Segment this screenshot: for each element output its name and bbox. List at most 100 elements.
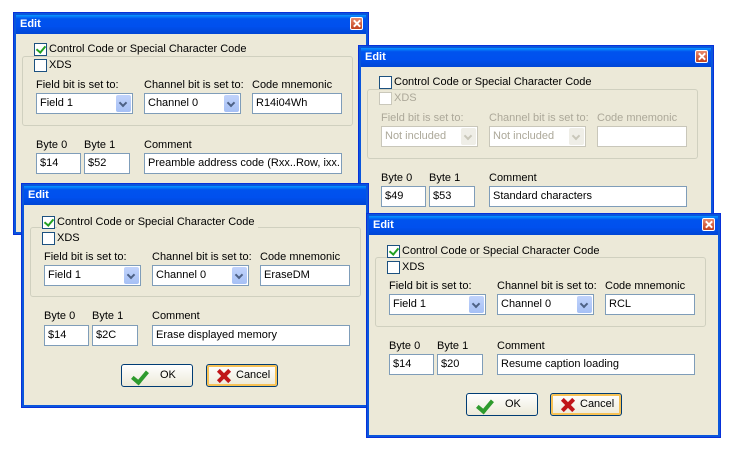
- chevron-down-icon[interactable]: [116, 95, 131, 112]
- channel-bit-select[interactable]: Channel 0: [144, 93, 241, 114]
- mnemonic-input[interactable]: RCL: [605, 294, 695, 315]
- title-bar[interactable]: Edit: [24, 186, 366, 205]
- field-bit-value: Field 1: [393, 298, 427, 310]
- field-bit-select[interactable]: Field 1: [36, 93, 133, 114]
- control-code-checkbox[interactable]: [42, 216, 55, 229]
- field-bit-value: Field 1: [48, 269, 82, 281]
- comment-input[interactable]: Preamble address code (Rxx..Row, ixx..I: [144, 153, 342, 174]
- title-bar[interactable]: Edit: [361, 48, 711, 67]
- byte1-input[interactable]: $52: [84, 153, 130, 174]
- channel-bit-label: Channel bit is set to:: [497, 280, 597, 292]
- byte1-label: Byte 1: [437, 340, 469, 352]
- xds-label: XDS: [402, 261, 425, 273]
- chevron-down-icon[interactable]: [232, 267, 247, 284]
- mnemonic-label: Code mnemonic: [252, 79, 333, 91]
- xds-label: XDS: [49, 59, 72, 71]
- comment-label: Comment: [152, 310, 200, 322]
- code-group-box: [22, 56, 353, 126]
- ok-label: OK: [160, 369, 176, 381]
- chevron-down-icon[interactable]: [224, 95, 239, 112]
- comment-label: Comment: [497, 340, 545, 352]
- mnemonic-label: Code mnemonic: [605, 280, 686, 292]
- title-bar[interactable]: Edit: [369, 216, 718, 235]
- xds-label: XDS: [394, 92, 417, 104]
- comment-label: Comment: [489, 172, 537, 184]
- ok-label: OK: [505, 398, 521, 410]
- mnemonic-input[interactable]: EraseDM: [260, 265, 350, 286]
- edit-dialog-3: Edit Control Code or Special Character C…: [21, 183, 369, 408]
- field-bit-label: Field bit is set to:: [36, 79, 119, 91]
- comment-input[interactable]: Erase displayed memory: [152, 325, 350, 346]
- channel-bit-select: Not included: [489, 126, 586, 147]
- code-group-box: [367, 89, 698, 159]
- mnemonic-label: Code mnemonic: [597, 112, 678, 124]
- control-code-checkbox[interactable]: [34, 43, 47, 56]
- close-icon[interactable]: [695, 50, 708, 63]
- byte0-label: Byte 0: [389, 340, 421, 352]
- control-code-label: Control Code or Special Character Code: [394, 76, 595, 88]
- cancel-label: Cancel: [236, 369, 271, 381]
- byte0-input[interactable]: $14: [36, 153, 81, 174]
- control-code-checkbox[interactable]: [387, 245, 400, 258]
- chevron-down-icon: [569, 128, 584, 145]
- ok-button[interactable]: OK: [466, 393, 538, 416]
- channel-bit-select[interactable]: Channel 0: [152, 265, 249, 286]
- code-group-box: [375, 257, 706, 327]
- byte0-label: Byte 0: [381, 172, 413, 184]
- dialog-title: Edit: [373, 219, 394, 231]
- close-icon[interactable]: [702, 218, 715, 231]
- ok-button[interactable]: OK: [121, 364, 193, 387]
- xds-checkbox[interactable]: [42, 232, 55, 245]
- xds-checkbox[interactable]: [387, 261, 400, 274]
- byte1-input[interactable]: $2C: [92, 325, 138, 346]
- field-bit-value: Not included: [385, 130, 447, 142]
- dialog-title: Edit: [20, 18, 41, 30]
- cancel-button[interactable]: Cancel: [206, 364, 278, 387]
- field-bit-select[interactable]: Field 1: [44, 265, 141, 286]
- mnemonic-label: Code mnemonic: [260, 251, 341, 263]
- dialog-title: Edit: [28, 189, 49, 201]
- cancel-label: Cancel: [580, 398, 615, 410]
- byte1-input[interactable]: $53: [429, 186, 475, 207]
- byte0-input[interactable]: $14: [389, 354, 434, 375]
- edit-dialog-4: Edit Control Code or Special Character C…: [366, 213, 721, 438]
- control-code-checkbox[interactable]: [379, 76, 392, 89]
- chevron-down-icon[interactable]: [577, 296, 592, 313]
- chevron-down-icon: [461, 128, 476, 145]
- byte0-input[interactable]: $14: [44, 325, 89, 346]
- field-bit-select[interactable]: Field 1: [389, 294, 486, 315]
- x-mark-icon: [216, 368, 232, 384]
- comment-input[interactable]: Standard characters: [489, 186, 687, 207]
- comment-input[interactable]: Resume caption loading: [497, 354, 695, 375]
- field-bit-label: Field bit is set to:: [381, 112, 464, 124]
- channel-bit-label: Channel bit is set to:: [489, 112, 589, 124]
- field-bit-select: Not included: [381, 126, 478, 147]
- chevron-down-icon[interactable]: [124, 267, 139, 284]
- channel-bit-value: Channel 0: [501, 298, 552, 310]
- edit-dialog-2: Edit Control Code or Special Character C…: [358, 45, 714, 220]
- mnemonic-input: [597, 126, 687, 147]
- control-code-label: Control Code or Special Character Code: [402, 245, 603, 257]
- channel-bit-label: Channel bit is set to:: [144, 79, 244, 91]
- byte0-label: Byte 0: [44, 310, 76, 322]
- dialog-title: Edit: [365, 51, 386, 63]
- checkmark-icon: [476, 395, 494, 415]
- byte0-input[interactable]: $49: [381, 186, 426, 207]
- byte1-input[interactable]: $20: [437, 354, 483, 375]
- x-mark-icon: [560, 397, 576, 413]
- control-code-label: Control Code or Special Character Code: [57, 216, 258, 228]
- channel-bit-select[interactable]: Channel 0: [497, 294, 594, 315]
- mnemonic-input[interactable]: R14i04Wh: [252, 93, 342, 114]
- chevron-down-icon[interactable]: [469, 296, 484, 313]
- byte1-label: Byte 1: [429, 172, 461, 184]
- close-icon[interactable]: [350, 17, 363, 30]
- field-bit-value: Field 1: [40, 97, 74, 109]
- channel-bit-label: Channel bit is set to:: [152, 251, 252, 263]
- cancel-button[interactable]: Cancel: [550, 393, 622, 416]
- channel-bit-value: Channel 0: [156, 269, 207, 281]
- title-bar[interactable]: Edit: [16, 15, 366, 34]
- field-bit-label: Field bit is set to:: [389, 280, 472, 292]
- comment-label: Comment: [144, 139, 192, 151]
- xds-checkbox[interactable]: [34, 59, 47, 72]
- byte0-label: Byte 0: [36, 139, 68, 151]
